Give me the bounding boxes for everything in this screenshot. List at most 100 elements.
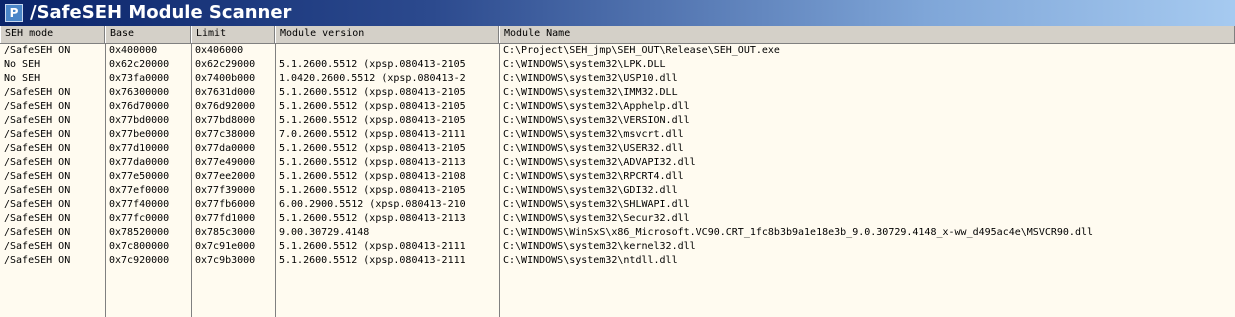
table-row[interactable]: /SafeSEH ON 0x7c800000 0x7c91e000 5.1.2600.… — [0, 240, 1235, 254]
table-row[interactable]: /SafeSEH ON 0x77fc0000 0x77fd1000 5.1.2600.… — [0, 212, 1235, 226]
module-version-cell: 5.1.2600.5512 (xpsp.080413-2105 — [279, 143, 466, 154]
table-row[interactable]: No SEH 0x73fa0000 0x7400b000 1.0420.2600.55… — [0, 72, 1235, 86]
module-name-cell: C:\WINDOWS\system32\Secur32.dll — [503, 213, 690, 224]
module-version-cell: 5.1.2600.5512 (xpsp.080413-2113 — [279, 157, 466, 168]
module-version-cell: 5.1.2600.5512 (xpsp.080413-2105 — [279, 101, 466, 112]
module-name-cell: C:\Project\SEH_jmp\SEH_OUT\Release\SEH_O… — [503, 45, 780, 56]
table-row[interactable]: /SafeSEH ON 0x77bd0000 0x77bd8000 5.1.2600.… — [0, 114, 1235, 128]
module-version-cell: 5.1.2600.5512 (xpsp.080413-2105 — [279, 115, 466, 126]
column-divider — [105, 44, 106, 317]
module-version-cell: 5.1.2600.5512 (xpsp.080413-2105 — [279, 87, 466, 98]
module-version-cell: 5.1.2600.5512 (xpsp.080413-2111 — [279, 255, 466, 266]
limit-cell: 0x7c9b3000 — [195, 255, 256, 266]
module-name-cell: C:\WINDOWS\WinSxS\x86_Microsoft.VC90.CRT… — [503, 227, 1094, 238]
limit-cell: 0x77e49000 — [195, 157, 256, 168]
column-divider — [191, 44, 192, 317]
column-header-module-version[interactable]: Module version — [275, 26, 499, 43]
base-cell: 0x7c800000 — [109, 241, 170, 252]
limit-cell: 0x77c38000 — [195, 129, 256, 140]
module-name-cell: C:\WINDOWS\system32\LPK.DLL — [503, 59, 666, 70]
limit-cell: 0x7400b000 — [195, 73, 256, 84]
base-cell: 0x77be0000 — [109, 129, 170, 140]
limit-cell: 0x77bd8000 — [195, 115, 256, 126]
seh-mode-cell: /SafeSEH ON — [4, 227, 71, 238]
seh-mode-cell: /SafeSEH ON — [4, 157, 71, 168]
app-icon[interactable]: P — [5, 4, 23, 22]
base-cell: 0x76300000 — [109, 87, 170, 98]
seh-mode-cell: /SafeSEH ON — [4, 199, 71, 210]
module-name-cell: C:\WINDOWS\system32\USP10.dll — [503, 73, 678, 84]
seh-mode-cell: /SafeSEH ON — [4, 87, 71, 98]
seh-mode-cell: /SafeSEH ON — [4, 115, 71, 126]
base-cell: 0x77d10000 — [109, 143, 170, 154]
module-name-cell: C:\WINDOWS\system32\msvcrt.dll — [503, 129, 684, 140]
table-row[interactable]: /SafeSEH ON 0x77f40000 0x77fb6000 6.00.2900… — [0, 198, 1235, 212]
column-divider — [499, 44, 500, 317]
base-cell: 0x73fa0000 — [109, 73, 170, 84]
seh-mode-cell: /SafeSEH ON — [4, 45, 71, 56]
title-bar[interactable]: P /SafeSEH Module Scanner — [0, 0, 1235, 26]
seh-mode-cell: /SafeSEH ON — [4, 185, 71, 196]
base-cell: 0x77da0000 — [109, 157, 170, 168]
base-cell: 0x78520000 — [109, 227, 170, 238]
module-version-cell: 1.0420.2600.5512 (xpsp.080413-2 — [279, 73, 466, 84]
base-cell: 0x400000 — [109, 45, 158, 56]
module-name-cell: C:\WINDOWS\system32\kernel32.dll — [503, 241, 696, 252]
column-header-limit[interactable]: Limit — [191, 26, 275, 43]
base-cell: 0x77e50000 — [109, 171, 170, 182]
module-name-cell: C:\WINDOWS\system32\ADVAPI32.dll — [503, 157, 696, 168]
module-name-cell: C:\WINDOWS\system32\IMM32.DLL — [503, 87, 678, 98]
table-row[interactable]: /SafeSEH ON 0x77be0000 0x77c38000 7.0.2600.… — [0, 128, 1235, 142]
table-row[interactable]: /SafeSEH ON 0x77da0000 0x77e49000 5.1.2600.… — [0, 156, 1235, 170]
module-name-cell: C:\WINDOWS\system32\USER32.dll — [503, 143, 684, 154]
seh-mode-cell: /SafeSEH ON — [4, 143, 71, 154]
module-name-cell: C:\WINDOWS\system32\ntdll.dll — [503, 255, 678, 266]
module-name-cell: C:\WINDOWS\system32\VERSION.dll — [503, 115, 690, 126]
module-name-cell: C:\WINDOWS\system32\Apphelp.dll — [503, 101, 690, 112]
column-header-base[interactable]: Base — [105, 26, 191, 43]
base-cell: 0x77ef0000 — [109, 185, 170, 196]
table-row[interactable]: No SEH 0x62c20000 0x62c29000 5.1.2600.5512 … — [0, 58, 1235, 72]
table-row[interactable]: /SafeSEH ON 0x78520000 0x785c3000 9.00.3072… — [0, 226, 1235, 240]
table-row[interactable]: /SafeSEH ON 0x77ef0000 0x77f39000 5.1.2600.… — [0, 184, 1235, 198]
base-cell: 0x76d70000 — [109, 101, 170, 112]
limit-cell: 0x76d92000 — [195, 101, 256, 112]
seh-mode-cell: /SafeSEH ON — [4, 255, 71, 266]
limit-cell: 0x406000 — [195, 45, 244, 56]
column-header-module-name[interactable]: Module Name — [499, 26, 1235, 43]
table-row[interactable]: /SafeSEH ON 0x76300000 0x7631d000 5.1.2600.… — [0, 86, 1235, 100]
module-version-cell: 6.00.2900.5512 (xpsp.080413-210 — [279, 199, 466, 210]
table-row[interactable]: /SafeSEH ON 0x7c920000 0x7c9b3000 5.1.2600.… — [0, 254, 1235, 268]
seh-mode-cell: No SEH — [4, 59, 41, 70]
seh-mode-cell: /SafeSEH ON — [4, 213, 71, 224]
module-version-cell: 9.00.30729.4148 — [279, 227, 370, 238]
limit-cell: 0x77ee2000 — [195, 171, 256, 182]
module-version-cell: 7.0.2600.5512 (xpsp.080413-2111 — [279, 129, 466, 140]
module-name-cell: C:\WINDOWS\system32\RPCRT4.dll — [503, 171, 684, 182]
column-divider — [275, 44, 276, 317]
table-row[interactable]: /SafeSEH ON 0x400000 0x406000 C:\Project\SE… — [0, 44, 1235, 58]
limit-cell: 0x785c3000 — [195, 227, 256, 238]
column-header-seh-mode[interactable]: SEH mode — [0, 26, 105, 43]
module-table-body: /SafeSEH ON 0x400000 0x406000 C:\Project\SE… — [0, 44, 1235, 317]
base-cell: 0x7c920000 — [109, 255, 170, 266]
seh-mode-cell: /SafeSEH ON — [4, 171, 71, 182]
seh-mode-cell: No SEH — [4, 73, 41, 84]
column-header-row: SEH mode Base Limit Module version Modul… — [0, 26, 1235, 44]
limit-cell: 0x77f39000 — [195, 185, 256, 196]
limit-cell: 0x77da0000 — [195, 143, 256, 154]
module-version-cell: 5.1.2600.5512 (xpsp.080413-2113 — [279, 213, 466, 224]
table-row[interactable]: /SafeSEH ON 0x77e50000 0x77ee2000 5.1.2600.… — [0, 170, 1235, 184]
base-cell: 0x77f40000 — [109, 199, 170, 210]
module-version-cell: 5.1.2600.5512 (xpsp.080413-2108 — [279, 171, 466, 182]
limit-cell: 0x77fb6000 — [195, 199, 256, 210]
seh-mode-cell: /SafeSEH ON — [4, 101, 71, 112]
table-row[interactable]: /SafeSEH ON 0x77d10000 0x77da0000 5.1.2600.… — [0, 142, 1235, 156]
table-row[interactable]: /SafeSEH ON 0x76d70000 0x76d92000 5.1.2600.… — [0, 100, 1235, 114]
module-version-cell: 5.1.2600.5512 (xpsp.080413-2105 — [279, 185, 466, 196]
limit-cell: 0x62c29000 — [195, 59, 256, 70]
window-title: /SafeSEH Module Scanner — [30, 2, 292, 23]
seh-mode-cell: /SafeSEH ON — [4, 129, 71, 140]
limit-cell: 0x7c91e000 — [195, 241, 256, 252]
base-cell: 0x62c20000 — [109, 59, 170, 70]
